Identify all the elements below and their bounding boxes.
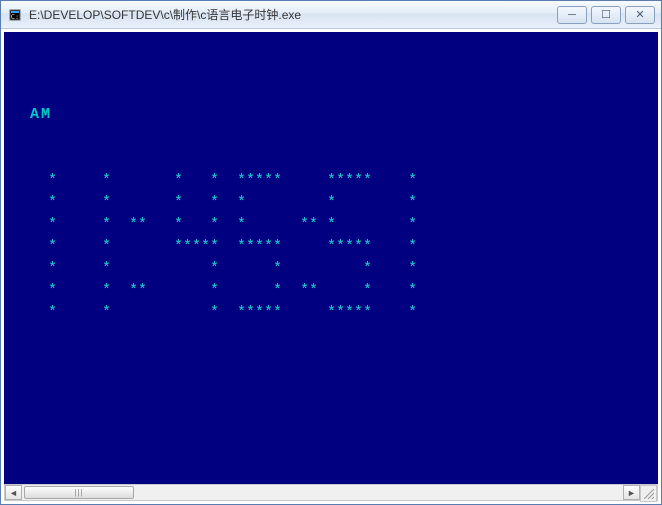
close-button[interactable]: ✕ [625,6,655,24]
ampm-label: AM [30,106,52,123]
minimize-button[interactable]: ─ [557,6,587,24]
svg-text:C:: C: [11,13,19,21]
digit-row-3: * * ***** ***** ***** * [12,238,417,255]
blank-line [12,150,21,167]
window-title: E:\DEVELOP\SOFTDEV\c\制作\c语言电子时钟.exe [29,6,557,23]
blank-line [12,128,21,145]
scroll-left-button[interactable]: ◄ [5,485,22,500]
window-controls: ─ ☐ ✕ [557,6,655,24]
blank-line [12,62,21,79]
digit-row-5: * * ** * * ** * * [12,282,417,299]
resize-grip[interactable] [640,485,657,502]
scrollbar-track[interactable] [22,485,623,500]
client-area: AM * * * * ***** ***** * * * * * * * * *… [1,29,661,504]
scrollbar-thumb[interactable] [24,486,134,499]
maximize-icon: ☐ [601,8,611,21]
close-icon: ✕ [635,8,644,21]
maximize-button[interactable]: ☐ [591,6,621,24]
chevron-right-icon: ► [627,488,636,498]
horizontal-scrollbar: ◄ ► [4,484,658,501]
scroll-right-button[interactable]: ► [623,485,640,500]
minimize-icon: ─ [568,9,576,21]
console-output: AM * * * * ***** ***** * * * * * * * * *… [4,32,658,352]
digit-row-6: * * * ***** ***** * [12,304,417,321]
app-icon: C: [7,7,23,23]
blank-line [12,84,21,101]
chevron-left-icon: ◄ [9,488,18,498]
digit-row-4: * * * * * * [12,260,417,277]
digit-row-0: * * * * ***** ***** * [12,172,417,189]
grip-icon [644,489,654,499]
app-window: C: E:\DEVELOP\SOFTDEV\c\制作\c语言电子时钟.exe ─… [0,0,662,505]
console-viewport[interactable]: AM * * * * ***** ***** * * * * * * * * *… [4,32,658,484]
digit-row-2: * * ** * * * ** * * [12,216,417,233]
titlebar[interactable]: C: E:\DEVELOP\SOFTDEV\c\制作\c语言电子时钟.exe ─… [1,1,661,29]
digit-row-1: * * * * * * * [12,194,417,211]
